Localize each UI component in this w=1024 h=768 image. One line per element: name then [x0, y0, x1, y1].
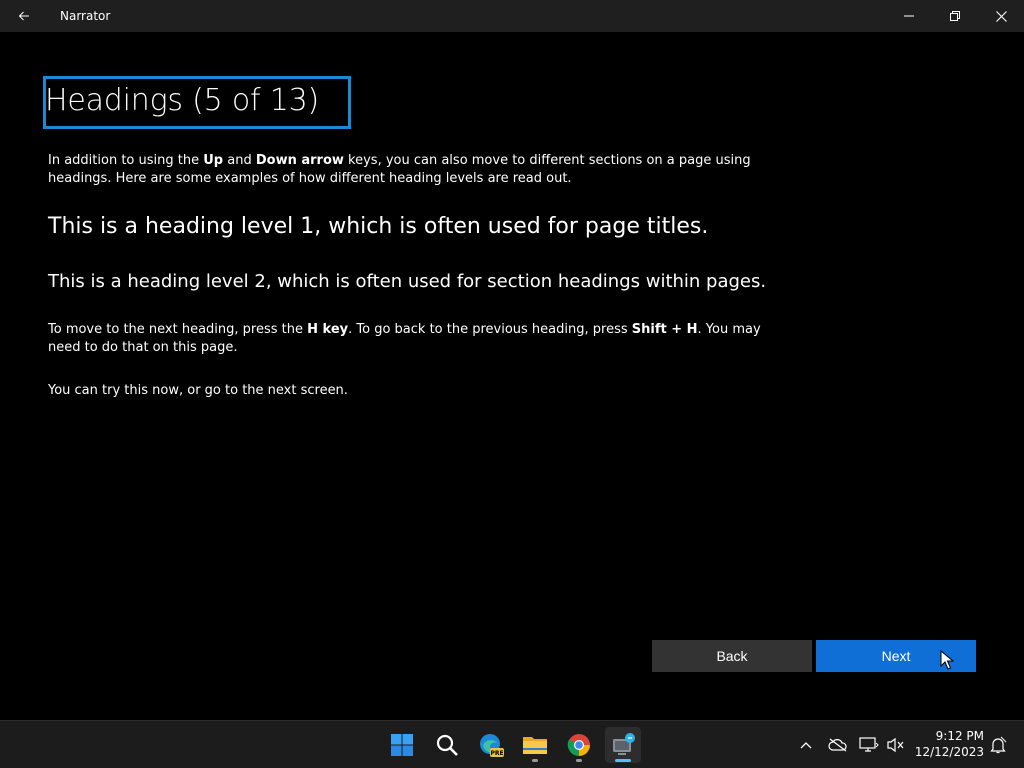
page-title: Headings (5 of 13)	[45, 83, 320, 118]
instruction-paragraph: To move to the next heading, press the H…	[48, 322, 761, 355]
running-indicator	[576, 759, 582, 762]
intro-paragraph: In addition to using the Up and Down arr…	[48, 153, 751, 186]
svg-text:PRE: PRE	[490, 750, 503, 757]
taskbar: PRE 9:12 PM 12/12/2023	[0, 720, 1024, 768]
clock-time: 9:12 PM	[935, 729, 984, 743]
back-arrow-icon[interactable]	[8, 0, 40, 32]
notifications-icon[interactable]	[986, 733, 1010, 757]
title-bar: Narrator	[0, 0, 1024, 32]
narrator-icon[interactable]	[605, 727, 641, 763]
taskbar-clock[interactable]: 9:12 PM 12/12/2023	[912, 728, 984, 760]
window-title: Narrator	[60, 9, 111, 23]
file-explorer-icon[interactable]	[517, 727, 553, 763]
onedrive-offline-icon[interactable]	[826, 733, 850, 757]
network-icon[interactable]	[857, 733, 881, 757]
back-button[interactable]: Back	[652, 640, 812, 672]
chevron-up-icon[interactable]	[794, 733, 818, 757]
heading-level-2-example: This is a heading level 2, which is ofte…	[48, 271, 767, 292]
edge-preview-icon[interactable]: PRE	[473, 727, 509, 763]
start-icon[interactable]	[384, 727, 420, 763]
try-now-text: You can try this now, or go to the next …	[48, 383, 348, 398]
minimize-icon[interactable]	[886, 0, 932, 32]
active-indicator	[615, 759, 631, 762]
close-icon[interactable]	[978, 0, 1024, 32]
clock-date: 12/12/2023	[914, 745, 984, 759]
search-icon[interactable]	[429, 727, 465, 763]
heading-level-1-example: This is a heading level 1, which is ofte…	[48, 214, 709, 239]
volume-muted-icon[interactable]	[884, 733, 908, 757]
restore-icon[interactable]	[932, 0, 978, 32]
chrome-icon[interactable]	[561, 727, 597, 763]
running-indicator	[532, 759, 538, 762]
mouse-cursor-icon	[940, 649, 955, 674]
